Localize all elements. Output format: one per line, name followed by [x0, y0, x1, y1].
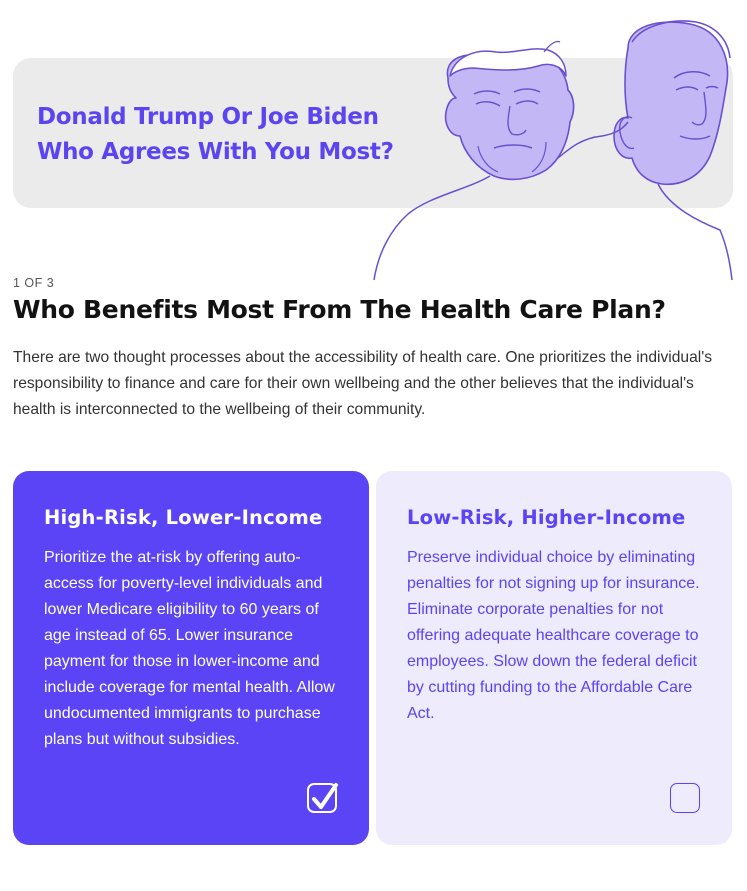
- question-intro: There are two thought processes about th…: [13, 349, 713, 418]
- option-card-low-risk[interactable]: Low-Risk, Higher-Income Preserve individ…: [376, 471, 732, 845]
- option-title: Low-Risk, Higher-Income: [407, 506, 686, 529]
- portrait-right-head: [613, 21, 729, 186]
- hero-title: Donald Trump Or Joe Biden Who Agrees Wit…: [37, 100, 394, 170]
- checkmark-icon: [312, 783, 338, 809]
- portrait-left-head: [444, 52, 575, 181]
- option-description: Prioritize the at-risk by offering auto-…: [44, 549, 335, 748]
- option-description: Preserve individual choice by eliminatin…: [407, 549, 700, 722]
- hero-title-line-1: Donald Trump Or Joe Biden: [37, 104, 379, 130]
- portrait-right-shoulder: [657, 183, 733, 280]
- checkbox-checked-icon[interactable]: [307, 783, 338, 813]
- question-title: Who Benefits Most From The Health Care P…: [13, 295, 666, 324]
- checkbox-empty-icon[interactable]: [670, 783, 700, 813]
- portrait-left-shoulder: [373, 175, 491, 280]
- question-counter: 1 OF 3: [13, 276, 55, 290]
- option-title: High-Risk, Lower-Income: [44, 506, 323, 529]
- hero-title-line-2: Who Agrees With You Most?: [37, 139, 394, 165]
- option-card-high-risk[interactable]: High-Risk, Lower-Income Prioritize the a…: [13, 471, 369, 845]
- candidate-portraits-illustration: [373, 20, 733, 280]
